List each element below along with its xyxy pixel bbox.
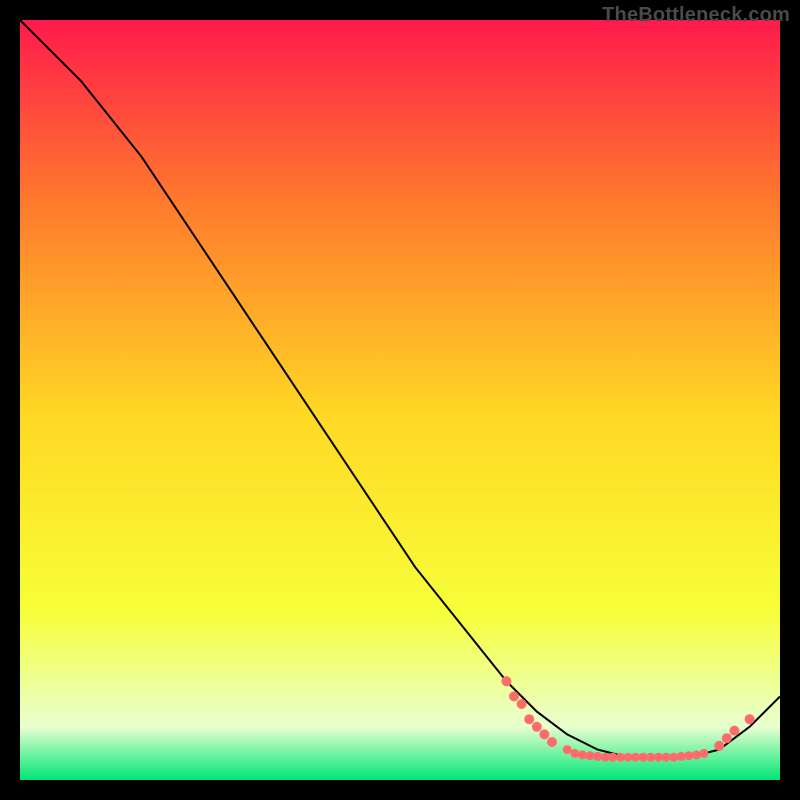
highlight-point	[745, 714, 755, 724]
highlight-point	[509, 691, 519, 701]
highlight-point	[722, 733, 732, 743]
highlight-point	[532, 722, 542, 732]
highlight-point	[692, 750, 701, 759]
highlight-point	[578, 750, 587, 759]
highlight-point	[570, 749, 579, 758]
highlight-point	[547, 737, 557, 747]
highlight-point	[700, 749, 709, 758]
highlight-point	[539, 729, 549, 739]
chart-wrapper: TheBottleneck.com	[0, 0, 800, 800]
plot-area	[20, 20, 780, 780]
highlight-point	[729, 726, 739, 736]
highlight-point	[714, 741, 724, 751]
highlight-point	[669, 753, 678, 762]
highlight-point	[684, 751, 693, 760]
chart-svg	[20, 20, 780, 780]
highlight-point	[524, 714, 534, 724]
highlight-point	[677, 752, 686, 761]
highlight-point	[593, 752, 602, 761]
highlight-point	[517, 699, 527, 709]
gradient-background	[20, 20, 780, 780]
highlight-point	[586, 751, 595, 760]
watermark-label: TheBottleneck.com	[602, 4, 790, 27]
highlight-point	[501, 676, 511, 686]
